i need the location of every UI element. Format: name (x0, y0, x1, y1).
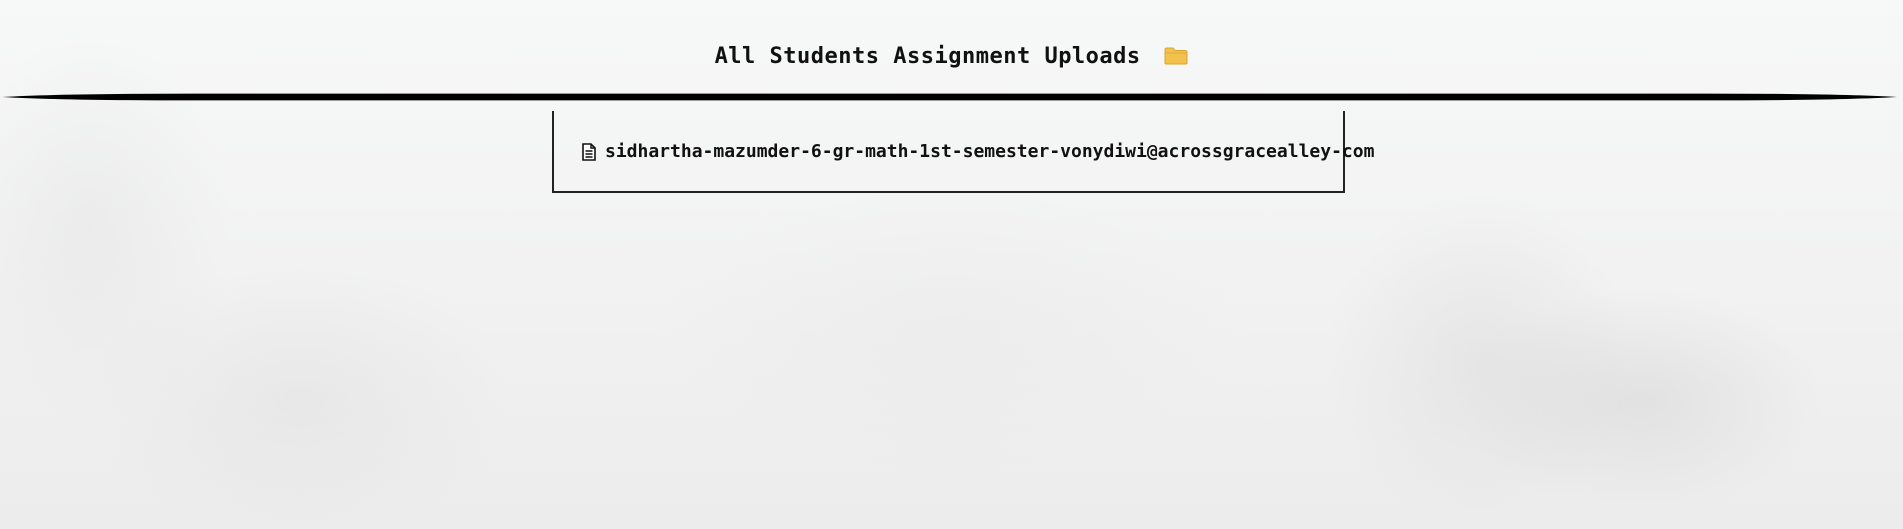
upload-file-name[interactable]: sidhartha-mazumder-6-gr-math-1st-semeste… (605, 141, 1374, 162)
page-title: All Students Assignment Uploads (714, 44, 1141, 69)
header-divider (2, 93, 1897, 101)
page-header: All Students Assignment Uploads (0, 44, 1903, 69)
upload-file-item[interactable]: sidhartha-mazumder-6-gr-math-1st-semeste… (582, 141, 1374, 162)
page: All Students Assignment Uploads sidharth… (0, 0, 1903, 529)
document-icon (582, 142, 596, 161)
folder-icon (1164, 46, 1188, 65)
uploads-panel: sidhartha-mazumder-6-gr-math-1st-semeste… (552, 111, 1374, 193)
